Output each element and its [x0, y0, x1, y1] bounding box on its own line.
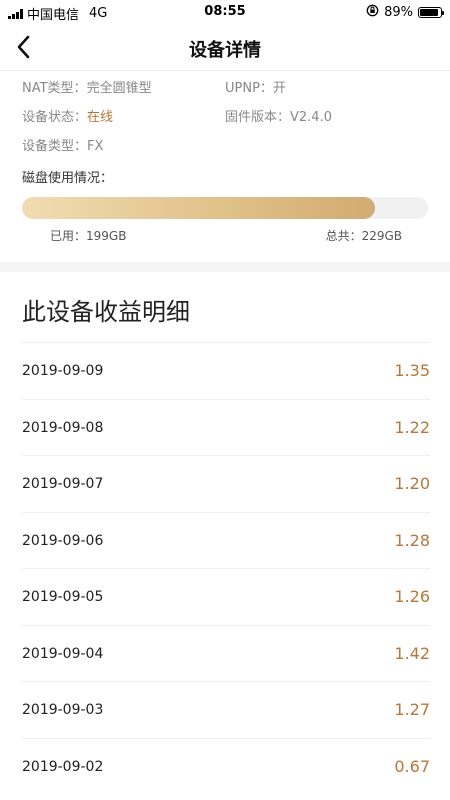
upnp: UPNP：开 [225, 77, 286, 96]
earnings-date: 2019-09-07 [22, 476, 104, 492]
earnings-row: 2019-09-04 1.42 [22, 624, 430, 682]
page-title: 设备详情 [189, 40, 261, 61]
earnings-row: 2019-09-02 0.67 [22, 737, 430, 795]
earnings-row: 2019-09-06 1.28 [22, 511, 430, 569]
earnings-date: 2019-09-09 [22, 363, 104, 379]
device-type: 设备类型：FX [22, 135, 103, 154]
earnings-amount: 1.28 [394, 530, 430, 550]
earnings-title: 此设备收益明细 [22, 298, 190, 326]
device-status: 设备状态：在线 [22, 106, 113, 125]
earnings-row: 2019-09-09 1.35 [22, 342, 430, 399]
earnings-amount: 1.42 [394, 643, 430, 663]
earnings-row: 2019-09-03 1.27 [22, 681, 430, 738]
earnings-date: 2019-09-06 [22, 532, 104, 549]
earnings-amount: 1.26 [394, 587, 430, 606]
nat-value: 完全圆锥型 [86, 81, 152, 96]
battery-percent: 89% [384, 5, 413, 20]
earnings-date: 2019-09-08 [22, 419, 104, 436]
firmware-label: 固件版本： [225, 110, 291, 125]
battery-fill [420, 9, 438, 16]
info-row-type: 设备类型：FX [22, 135, 432, 155]
status-label: 设备状态： [22, 110, 88, 125]
info-row-nat: NAT类型：完全圆锥型 UPNP：开 [22, 77, 432, 97]
nav-bar: 设备详情 [0, 24, 450, 71]
earnings-amount: 0.67 [394, 756, 430, 776]
disk-usage-bar [22, 197, 428, 219]
battery-icon [418, 7, 444, 18]
earnings-amount: 1.22 [394, 417, 430, 437]
earnings-date: 2019-09-04 [22, 645, 104, 662]
nat-type: NAT类型：完全圆锥型 [22, 77, 152, 96]
earnings-date: 2019-09-05 [22, 589, 104, 605]
orientation-lock-icon [366, 4, 379, 21]
status-right: 89% [366, 4, 444, 21]
earnings-amount: 1.20 [394, 474, 430, 493]
disk-usage-label: 磁盘使用情况： [22, 171, 114, 186]
section-divider [0, 262, 450, 272]
upnp-value: 开 [272, 81, 286, 96]
earnings-row: 2019-09-08 1.22 [22, 398, 430, 456]
info-row-status: 设备状态：在线 固件版本：V2.4.0 [22, 106, 432, 126]
earnings-date: 2019-09-02 [22, 758, 104, 775]
disk-used-text: 已用：199GB [50, 229, 127, 243]
status-value: 在线 [87, 110, 114, 125]
earnings-row: 2019-09-07 1.20 [22, 455, 430, 512]
disk-total-text: 总共：229GB [325, 229, 402, 243]
status-bar: 中国电信 4G 08:55 89% [0, 0, 450, 24]
firmware-value: V2.4.0 [290, 110, 332, 125]
disk-usage-fill [22, 197, 375, 219]
earnings-date: 2019-09-03 [22, 702, 104, 718]
earnings-amount: 1.27 [394, 700, 430, 719]
upnp-label: UPNP： [225, 81, 273, 96]
earnings-amount: 1.35 [394, 361, 430, 380]
earnings-list: 2019-09-09 1.35 2019-09-08 1.22 2019-09-… [22, 342, 430, 794]
type-label: 设备类型： [22, 139, 88, 154]
nat-label: NAT类型： [22, 81, 87, 96]
firmware-version: 固件版本：V2.4.0 [225, 106, 332, 125]
earnings-row: 2019-09-05 1.26 [22, 568, 430, 625]
type-value: FX [87, 139, 104, 154]
